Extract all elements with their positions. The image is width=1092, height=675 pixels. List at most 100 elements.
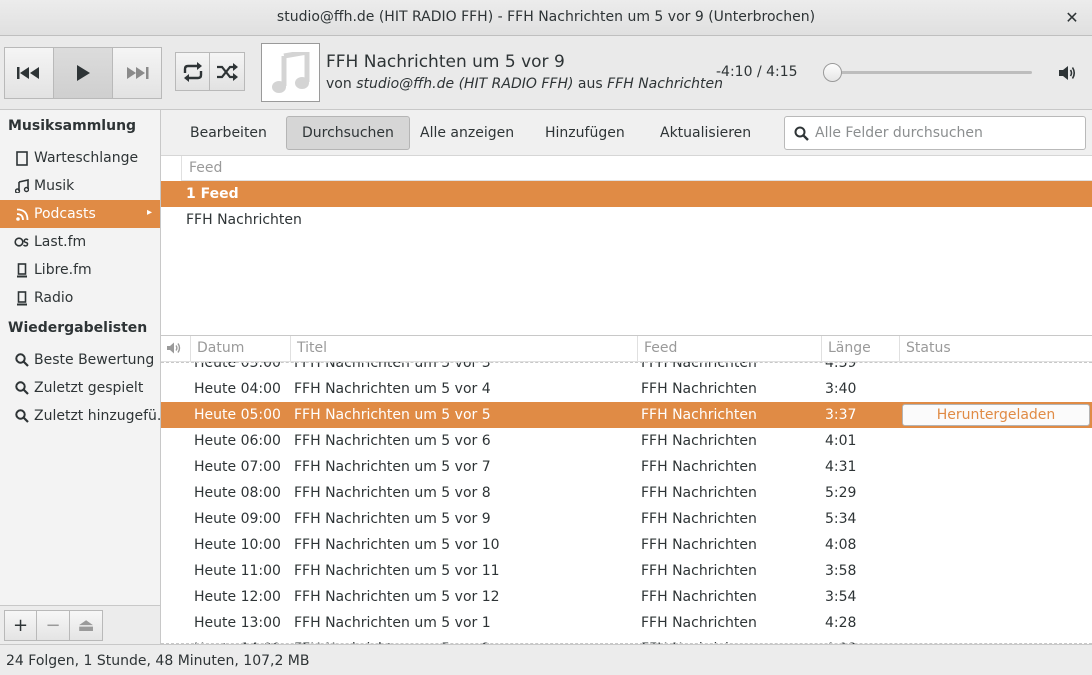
play-button[interactable] (54, 47, 113, 99)
volume-icon (1059, 66, 1076, 80)
edit-button[interactable]: Bearbeiten (175, 116, 282, 150)
cell-title: FFH Nachrichten um 5 vor 5 (294, 407, 491, 423)
repeat-button[interactable] (175, 52, 210, 91)
cell-length: 3:40 (825, 381, 857, 397)
cell-title: FFH Nachrichten um 5 vor 10 (294, 537, 500, 553)
music-note-icon (14, 178, 30, 194)
playlists-heading: Wiedergabelisten (8, 320, 148, 336)
seek-handle[interactable] (823, 63, 843, 82)
add-button[interactable]: + (4, 610, 37, 641)
track-album: FFH Nachrichten (607, 76, 724, 92)
cell-feed: FFH Nachrichten (641, 589, 757, 605)
table-row[interactable]: Heute 12:00 FFH Nachrichten um 5 vor 12 FF… (161, 584, 1092, 610)
from-label: aus (573, 76, 608, 92)
table-row[interactable]: Heute 05:00 FFH Nachrichten um 5 vor 5 FFH… (161, 402, 1092, 428)
cell-length: 4:08 (825, 537, 857, 553)
cell-date: Heute 11:00 (194, 563, 281, 579)
sidebar-item-music[interactable]: Musik (0, 172, 160, 200)
album-art (261, 43, 320, 102)
cell-title: FFH Nachrichten um 5 vor 6 (294, 433, 491, 449)
status-badge[interactable]: Heruntergeladen (902, 404, 1090, 426)
show-all-button[interactable]: Alle anzeigen (405, 116, 529, 150)
cell-title: FFH Nachrichten um 5 vor 7 (294, 459, 491, 475)
cell-date: Heute 08:00 (194, 485, 281, 501)
scroll-edge-top (161, 362, 1092, 363)
sidebar-item-lastfm[interactable]: Last.fm (0, 228, 160, 256)
cell-feed: FFH Nachrichten (641, 433, 757, 449)
feed-row[interactable]: FFH Nachrichten (161, 207, 1092, 233)
speaker-icon (167, 342, 181, 354)
sidebar-item-label: Musik (34, 178, 75, 194)
search-field[interactable] (784, 116, 1086, 150)
track-title: FFH Nachrichten um 5 vor 9 (326, 52, 565, 72)
feed-column-header[interactable]: Feed (181, 156, 1092, 181)
sidebar-item-top-rated[interactable]: Beste Bewertung (0, 346, 160, 374)
episode-list: Datum Titel Feed Länge Status Heute 03:0… (161, 336, 1092, 644)
status-text: 24 Folgen, 1 Stunde, 48 Minuten, 107,2 M… (6, 653, 310, 669)
browser-toolbar: Bearbeiten Durchsuchen Alle anzeigen Hin… (161, 110, 1092, 156)
cell-feed: FFH Nachrichten (641, 615, 757, 631)
library-heading: Musiksammlung (8, 118, 137, 134)
column-status[interactable]: Status (899, 336, 1092, 362)
search-icon (14, 408, 30, 424)
refresh-button[interactable]: Aktualisieren (645, 116, 766, 150)
cell-length: 4:31 (825, 459, 857, 475)
queue-icon (14, 150, 30, 166)
table-row[interactable]: Heute 10:00 FFH Nachrichten um 5 vor 10 FF… (161, 532, 1092, 558)
remove-button[interactable]: − (37, 610, 70, 641)
add-feed-button[interactable]: Hinzufügen (530, 116, 640, 150)
sidebar-item-queue[interactable]: Warteschlange (0, 144, 160, 172)
table-row[interactable]: Heute 11:00 FFH Nachrichten um 5 vor 11 FF… (161, 558, 1092, 584)
sidebar-item-recently-added[interactable]: Zuletzt hinzugefü... (0, 402, 160, 430)
sidebar-item-label: Beste Bewertung (34, 352, 155, 368)
table-row[interactable]: Heute 07:00 FFH Nachrichten um 5 vor 7 FFH… (161, 454, 1092, 480)
cell-date: Heute 05:00 (194, 407, 281, 423)
sidebar-item-librefm[interactable]: Libre.fm (0, 256, 160, 284)
table-row[interactable]: Heute 13:00 FFH Nachrichten um 5 vor 1 FFH… (161, 610, 1092, 636)
sidebar-item-label: Warteschlange (34, 150, 139, 166)
cell-length: 5:34 (825, 511, 857, 527)
column-feed[interactable]: Feed (637, 336, 821, 362)
status-bar: 24 Folgen, 1 Stunde, 48 Minuten, 107,2 M… (0, 644, 1092, 675)
cell-feed: FFH Nachrichten (641, 485, 757, 501)
shuffle-icon (217, 62, 238, 81)
column-length[interactable]: Länge (821, 336, 899, 362)
cell-length: 5:29 (825, 485, 857, 501)
shuffle-button[interactable] (210, 52, 245, 91)
previous-icon (17, 67, 39, 79)
close-icon[interactable]: ✕ (1064, 8, 1080, 27)
sidebar-item-label: Radio (34, 290, 74, 306)
mode-controls (175, 52, 245, 104)
search-icon (14, 380, 30, 396)
cell-date: Heute 12:00 (194, 589, 281, 605)
player-toolbar: FFH Nachrichten um 5 vor 9 von studio@ff… (0, 36, 1092, 110)
column-date[interactable]: Datum (190, 336, 290, 362)
search-input[interactable] (815, 123, 1075, 143)
cell-length: 3:58 (825, 563, 857, 579)
track-artist: studio@ffh.de (HIT RADIO FFH) (356, 76, 574, 92)
sidebar-item-radio[interactable]: Radio (0, 284, 160, 312)
table-row[interactable]: Heute 04:00 FFH Nachrichten um 5 vor 4 FFH… (161, 376, 1092, 402)
volume-button[interactable] (1058, 64, 1078, 82)
cell-title: FFH Nachrichten um 5 vor 8 (294, 485, 491, 501)
sidebar-item-podcasts[interactable]: Podcasts ▸ (0, 200, 160, 228)
chevron-right-icon: ▸ (146, 207, 152, 218)
sidebar-item-label: Zuletzt hinzugefü... (34, 408, 160, 424)
next-button[interactable] (113, 47, 162, 99)
feed-row-all[interactable]: 1 Feed (161, 181, 1092, 207)
time-display[interactable]: -4:10 / 4:15 (716, 64, 798, 80)
browse-button[interactable]: Durchsuchen (286, 116, 410, 150)
column-title[interactable]: Titel (290, 336, 637, 362)
previous-button[interactable] (4, 47, 54, 99)
cell-date: Heute 04:00 (194, 381, 281, 397)
seek-bar[interactable] (828, 71, 1032, 74)
sidebar-item-recently-played[interactable]: Zuletzt gespielt (0, 374, 160, 402)
table-row[interactable]: Heute 09:00 FFH Nachrichten um 5 vor 9 FFH… (161, 506, 1092, 532)
window-titlebar: studio@ffh.de (HIT RADIO FFH) - FFH Nach… (0, 0, 1092, 36)
device-icon (14, 262, 30, 278)
table-row[interactable]: Heute 08:00 FFH Nachrichten um 5 vor 8 FFH… (161, 480, 1092, 506)
eject-button[interactable]: ⏏ (70, 610, 103, 641)
table-row[interactable]: Heute 06:00 FFH Nachrichten um 5 vor 6 FFH… (161, 428, 1092, 454)
play-icon (77, 65, 90, 81)
track-subtitle: von studio@ffh.de (HIT RADIO FFH) aus FF… (326, 76, 723, 92)
